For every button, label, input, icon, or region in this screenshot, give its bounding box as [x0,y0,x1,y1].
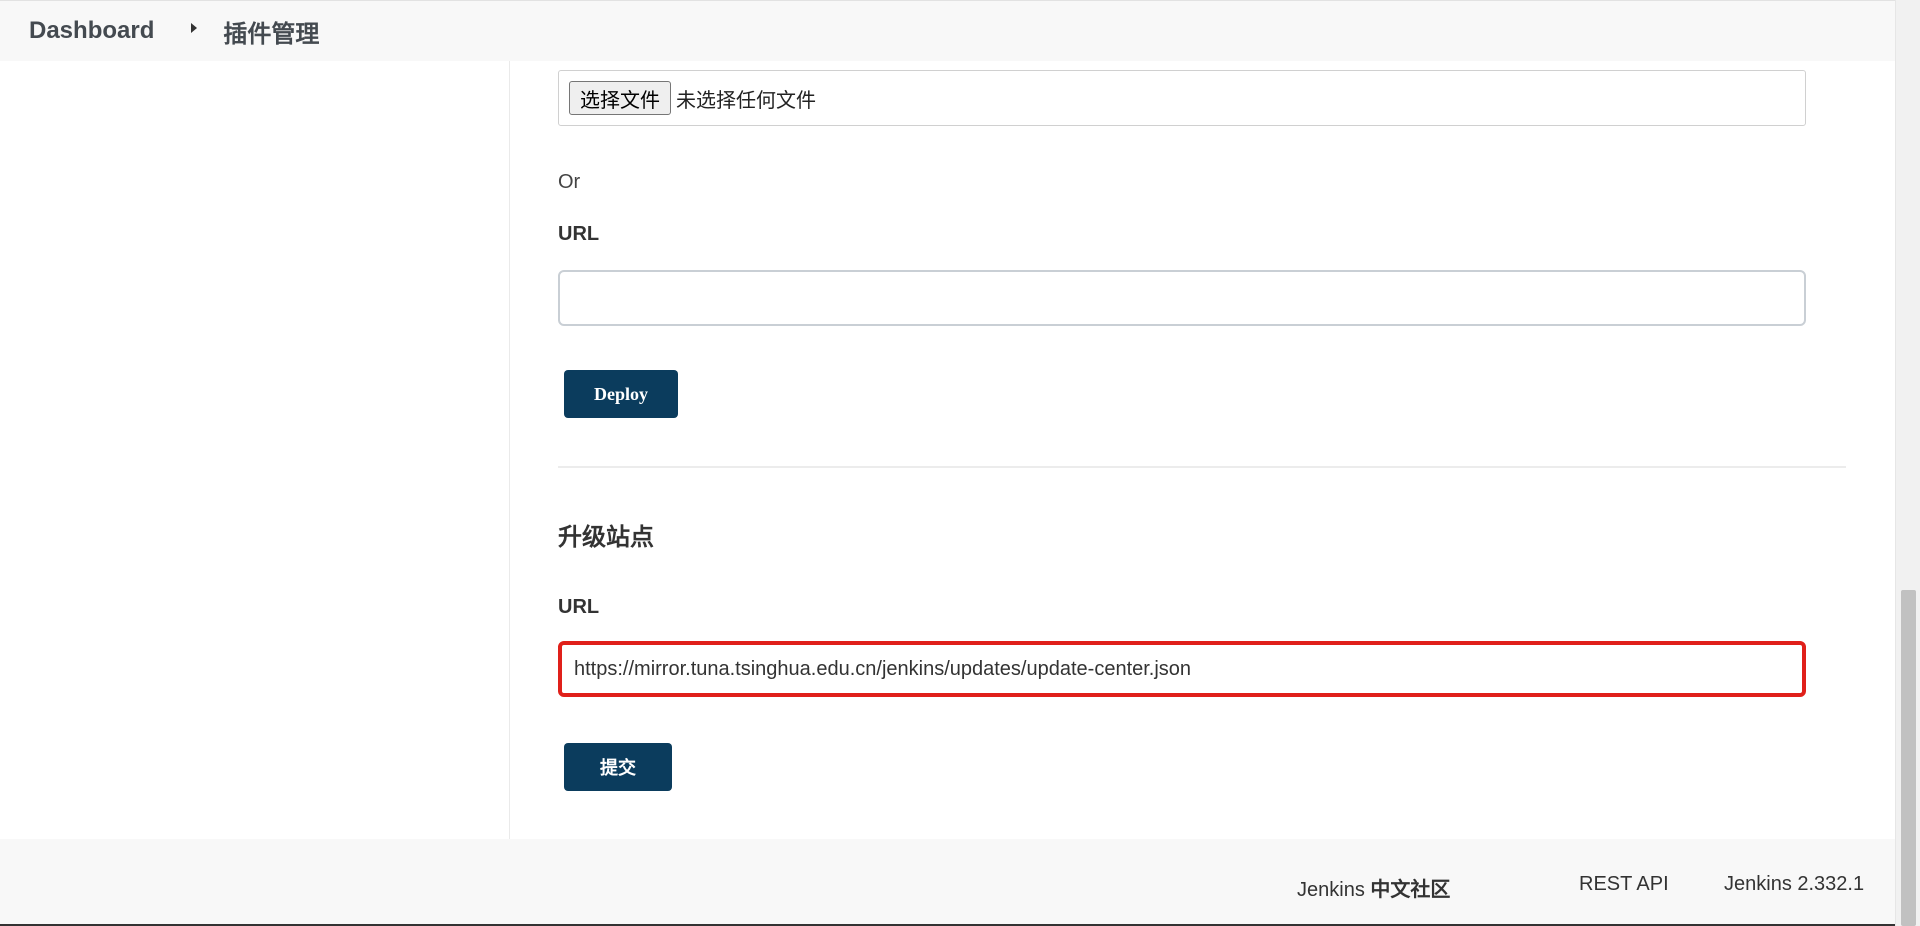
footer-community-bold: 中文社区 [1370,879,1451,901]
breadcrumb-plugin-manager[interactable]: 插件管理 [223,14,319,49]
update-site-url-input[interactable] [558,641,1806,697]
section-divider [558,466,1846,468]
main-panel: 选择文件 未选择任何文件 Or URL Deploy 升级站点 URL 提交 [558,61,1848,839]
or-label: Or [558,171,581,193]
file-status: 未选择任何文件 [676,87,816,112]
footer-community-prefix: Jenkins [1297,879,1371,901]
side-panel [0,61,510,839]
update-site-url-label: URL [558,596,600,618]
vertical-scrollbar[interactable] [1895,0,1920,926]
breadcrumb-dashboard[interactable]: Dashboard [29,17,154,45]
footer: Jenkins 中文社区 REST API Jenkins 2.332.1 [0,839,1895,926]
chevron-right-icon[interactable] [191,23,198,33]
file-upload-box: 选择文件 未选择任何文件 [558,70,1806,126]
choose-file-button[interactable]: 选择文件 [569,81,671,115]
upload-url-label: URL [558,223,600,245]
update-site-title: 升级站点 [558,524,654,551]
footer-rest-api-link[interactable]: REST API [1579,873,1669,896]
submit-button[interactable]: 提交 [564,743,672,791]
scrollbar-thumb[interactable] [1901,590,1916,926]
footer-version-link[interactable]: Jenkins 2.332.1 [1724,873,1864,896]
footer-community-link[interactable]: Jenkins 中文社区 [1297,873,1450,902]
deploy-button[interactable]: Deploy [564,370,678,418]
upload-url-input[interactable] [558,270,1806,326]
breadcrumb: Dashboard 插件管理 [0,0,1895,61]
